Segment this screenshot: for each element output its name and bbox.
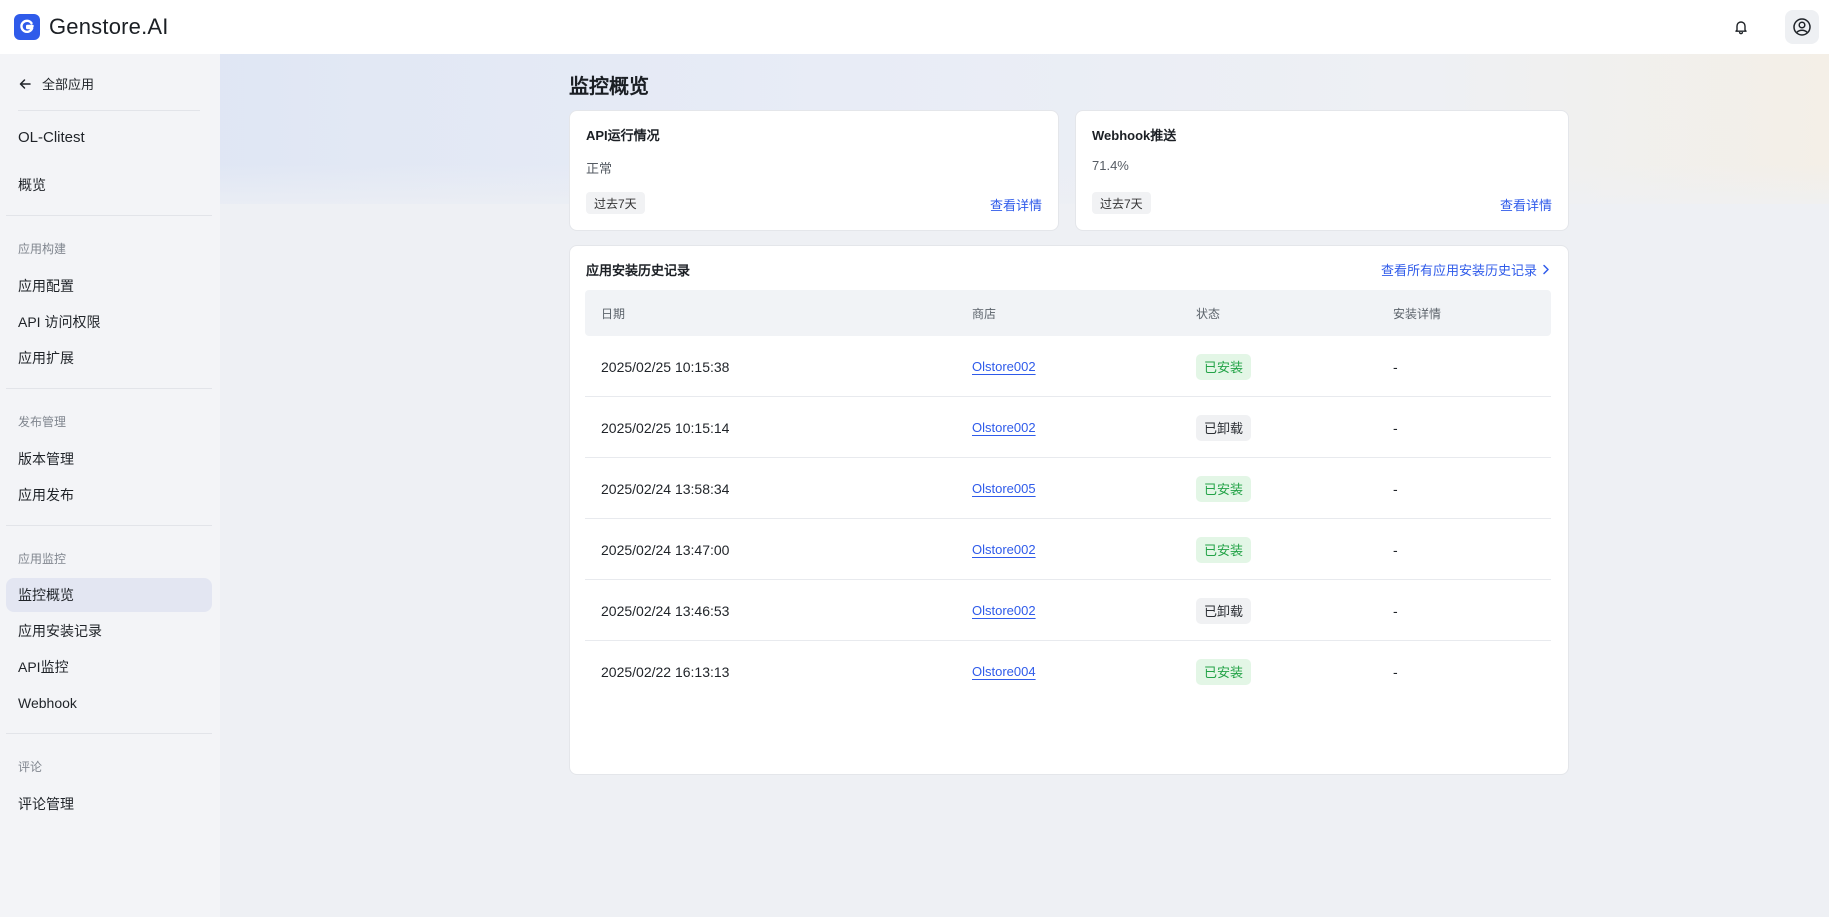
cell-date: 2025/02/24 13:47:00 (601, 541, 730, 558)
cell-date: 2025/02/25 10:15:38 (601, 358, 730, 375)
view-all-history-link[interactable]: 查看所有应用安装历史记录 (1381, 260, 1550, 279)
back-label: 全部应用 (42, 77, 95, 92)
divider (6, 388, 212, 389)
column-header-install-details: 安装详情 (1393, 306, 1442, 321)
card-title: 应用安装历史记录 (586, 263, 691, 278)
notifications-button[interactable] (1723, 9, 1759, 45)
sidebar-item-overview[interactable]: 概览 (6, 168, 212, 202)
sidebar-item-app-publish[interactable]: 应用发布 (6, 478, 212, 512)
header-actions (1723, 0, 1829, 54)
bell-icon (1735, 21, 1747, 35)
api-status-card: API运行情况 正常 过去7天 查看详情 (569, 110, 1059, 231)
user-circle-icon (1793, 18, 1811, 36)
column-header-store: 商店 (972, 306, 997, 321)
sidebar-item-app-extensions[interactable]: 应用扩展 (6, 341, 212, 375)
sidebar-item-install-records[interactable]: 应用安装记录 (6, 614, 212, 648)
table-row: 2025/02/25 10:15:14 Olstore002 已卸载 - (585, 397, 1551, 458)
sidebar-item-label: 评论管理 (18, 796, 74, 812)
cell-install-details: - (1393, 480, 1398, 497)
table-row: 2025/02/24 13:46:53 Olstore002 已卸载 - (585, 580, 1551, 641)
page-title: 监控概览 (569, 76, 649, 98)
sidebar-item-api-access[interactable]: API 访问权限 (6, 305, 212, 339)
sidebar-item-webhook[interactable]: Webhook (6, 686, 212, 720)
store-link[interactable]: Olstore002 (972, 359, 1036, 374)
sidebar-item-review-management[interactable]: 评论管理 (6, 787, 212, 821)
sidebar-item-label: 应用发布 (18, 487, 74, 503)
view-all-label: 查看所有应用安装历史记录 (1380, 263, 1537, 278)
card-value: 71.4% (1092, 158, 1129, 173)
divider (6, 525, 212, 526)
column-header-date: 日期 (601, 306, 626, 321)
card-title: Webhook推送 (1092, 128, 1177, 143)
period-chip: 过去7天 (1092, 192, 1151, 214)
brand[interactable]: Genstore.AI (14, 14, 169, 40)
sidebar-item-label: 应用扩展 (18, 350, 74, 366)
sidebar: 全部应用 OL-Clitest 概览 应用构建 应用配置 API 访问权限 应用… (0, 54, 220, 917)
status-badge: 已安装 (1196, 353, 1252, 380)
sidebar-item-api-monitoring[interactable]: API监控 (6, 650, 212, 684)
webhook-card: Webhook推送 71.4% 过去7天 查看详情 (1075, 110, 1569, 231)
back-to-all-apps[interactable]: 全部应用 (18, 74, 94, 93)
cell-install-details: - (1393, 541, 1398, 558)
divider (6, 733, 212, 734)
cell-install-details: - (1393, 602, 1398, 619)
account-button[interactable] (1785, 10, 1819, 44)
sidebar-item-label: 应用安装记录 (18, 623, 102, 639)
table-row: 2025/02/25 10:15:38 Olstore002 已安装 - (585, 336, 1551, 397)
sidebar-item-label: API监控 (18, 659, 69, 675)
cell-date: 2025/02/22 16:13:13 (601, 663, 730, 680)
status-badge: 已安装 (1196, 658, 1252, 685)
store-link[interactable]: Olstore002 (972, 542, 1036, 557)
sidebar-item-label: 监控概览 (18, 587, 74, 603)
cell-date: 2025/02/24 13:46:53 (601, 602, 730, 619)
divider (18, 110, 200, 111)
status-badge: 已安装 (1196, 536, 1252, 563)
store-link[interactable]: Olstore002 (972, 603, 1036, 618)
sidebar-group-title: 评论 (18, 760, 43, 774)
sidebar-item-label: 版本管理 (18, 451, 74, 467)
status-badge: 已安装 (1196, 475, 1252, 502)
table-row: 2025/02/24 13:58:34 Olstore005 已安装 - (585, 458, 1551, 519)
table-row: 2025/02/22 16:13:13 Olstore004 已安装 - (585, 641, 1551, 702)
cell-install-details: - (1393, 419, 1398, 436)
genstore-logo-icon (14, 14, 40, 40)
status-badge: 已卸载 (1196, 597, 1252, 624)
sidebar-item-monitoring-overview[interactable]: 监控概览 (6, 578, 212, 612)
top-header: Genstore.AI (0, 0, 1829, 54)
sidebar-item-label: API 访问权限 (18, 314, 101, 330)
divider (6, 215, 212, 216)
table-header: 日期 商店 状态 安装详情 (585, 290, 1551, 336)
cell-date: 2025/02/25 10:15:14 (601, 419, 730, 436)
sidebar-item-version-management[interactable]: 版本管理 (6, 442, 212, 476)
sidebar-item-label: 概览 (18, 177, 46, 193)
card-title: API运行情况 (586, 128, 660, 143)
cell-date: 2025/02/24 13:58:34 (601, 480, 730, 497)
cell-install-details: - (1393, 358, 1398, 375)
period-chip: 过去7天 (586, 192, 645, 214)
store-link[interactable]: Olstore005 (972, 481, 1036, 496)
cell-install-details: - (1393, 663, 1398, 680)
sidebar-item-label: 应用配置 (18, 278, 74, 294)
card-value: 正常 (586, 161, 613, 176)
main-content: 监控概览 API运行情况 正常 过去7天 查看详情 Webhook推送 71.4… (220, 54, 1829, 917)
sidebar-item-label: Webhook (18, 695, 77, 711)
status-badge: 已卸载 (1196, 414, 1252, 441)
column-header-status: 状态 (1196, 306, 1221, 321)
chevron-right-icon (1543, 264, 1549, 275)
view-details-link[interactable]: 查看详情 (990, 195, 1042, 214)
view-details-link[interactable]: 查看详情 (1500, 195, 1552, 214)
arrow-left-icon (19, 78, 31, 89)
sidebar-group-title: 发布管理 (18, 415, 67, 429)
sidebar-item-app-config[interactable]: 应用配置 (6, 269, 212, 303)
app-name: OL-Clitest (18, 129, 85, 146)
sidebar-group-title: 应用监控 (18, 552, 67, 566)
install-history-card: 应用安装历史记录 查看所有应用安装历史记录 日期 商店 状态 安装详情 2025… (569, 245, 1569, 775)
sidebar-group-title: 应用构建 (18, 242, 67, 256)
table-row: 2025/02/24 13:47:00 Olstore002 已安装 - (585, 519, 1551, 580)
brand-name: Genstore.AI (49, 14, 169, 39)
store-link[interactable]: Olstore004 (972, 664, 1036, 679)
store-link[interactable]: Olstore002 (972, 420, 1036, 435)
